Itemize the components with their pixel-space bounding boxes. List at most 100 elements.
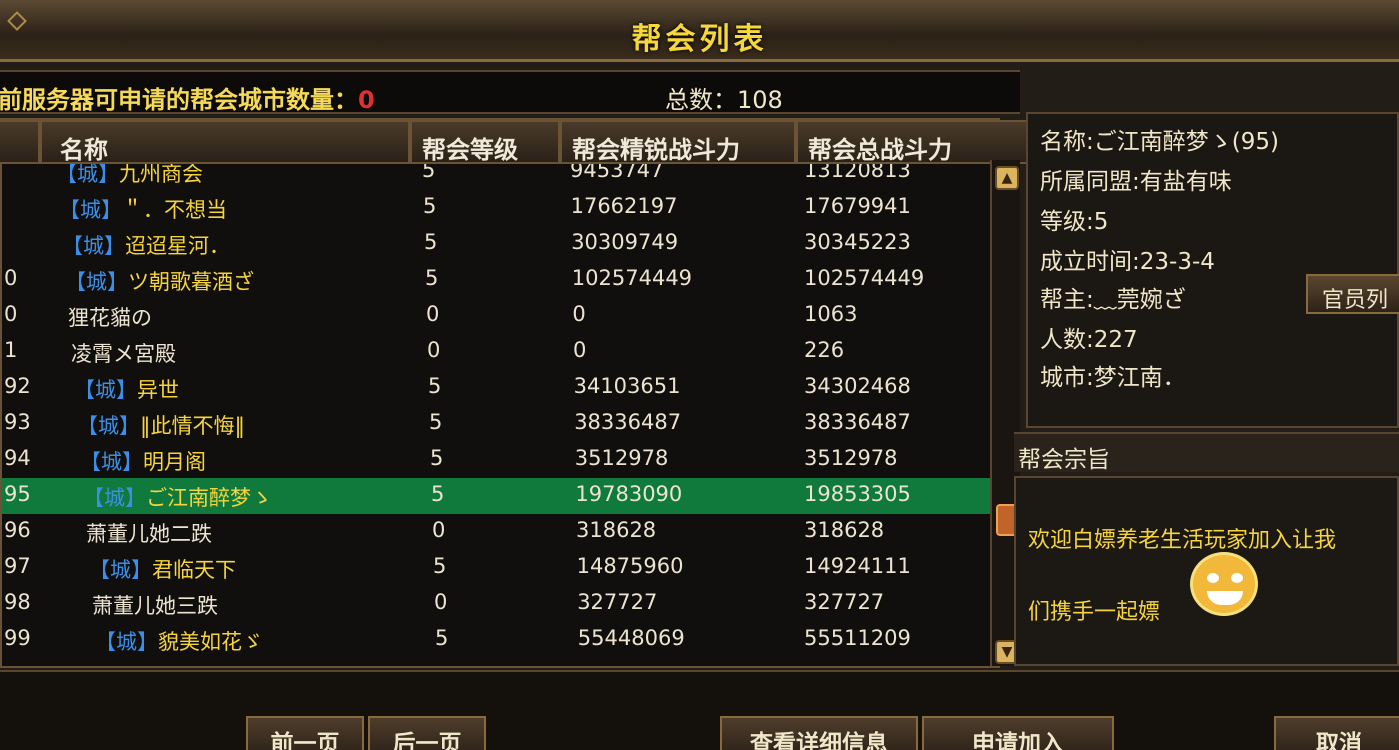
guild-name: 貌美如花ゞ xyxy=(158,630,263,654)
table-row[interactable]: 93 【城】‖此情不悔‖ 5 38336487 38336487 xyxy=(2,406,992,442)
total-power: 1063 xyxy=(804,302,858,326)
purpose-line-2: 们携手一起嫖 xyxy=(1028,600,1161,625)
total-power: 13120813 xyxy=(804,164,911,182)
detail-alliance: 所属同盟:有盐有味 xyxy=(1040,169,1232,195)
guild-level: 0 xyxy=(434,590,448,614)
column-header-total-power[interactable]: 帮会总战斗力 xyxy=(796,120,1032,164)
total-power: 226 xyxy=(804,338,845,362)
guild-name-cell: 【城】君临天下 xyxy=(89,554,459,584)
city-tag: 【城】 xyxy=(77,414,140,438)
total-power: 19853305 xyxy=(804,482,911,506)
total-power: 318628 xyxy=(804,518,885,542)
detail-members: 人数:227 xyxy=(1040,327,1138,353)
guild-level: 5 xyxy=(425,266,439,290)
elite-power: 30309749 xyxy=(571,230,679,254)
total-power: 38336487 xyxy=(804,410,911,434)
row-number: 97 xyxy=(4,554,31,578)
guild-level: 0 xyxy=(426,302,440,326)
guild-name-cell: 凌霄メ宮殿 xyxy=(71,338,441,368)
table-row[interactable]: 96 萧董儿她二跌 0 318628 318628 xyxy=(2,514,992,550)
table-row[interactable]: 【城】九州商会 5 9453747 13120813 xyxy=(2,164,992,190)
guild-name: 异世 xyxy=(137,378,179,402)
table-row[interactable]: 【城】迢迢星河． 5 30309749 30345223 xyxy=(2,226,992,262)
total-power: 17679941 xyxy=(804,194,911,218)
city-tag: 【城】 xyxy=(56,164,119,186)
guild-name-cell: 【城】貌美如花ゞ xyxy=(95,626,465,656)
detail-founded: 成立时间:23-3-4 xyxy=(1040,249,1215,275)
city-tag: 【城】 xyxy=(62,234,125,258)
table-row[interactable]: 92 【城】异世 5 34103651 34302468 xyxy=(2,370,992,406)
guild-level: 5 xyxy=(435,626,449,650)
city-tag: 【城】 xyxy=(74,378,137,402)
officers-list-button[interactable]: 官员列 xyxy=(1306,274,1399,314)
column-header-name[interactable]: 名称 xyxy=(40,120,410,164)
guild-level: 5 xyxy=(428,374,442,398)
city-tag: 【城】 xyxy=(95,630,158,654)
window-title: 帮会列表 xyxy=(631,22,768,57)
table-row[interactable]: 99 【城】貌美如花ゞ 5 55448069 55511209 xyxy=(2,622,992,658)
row-number: 96 xyxy=(4,518,31,542)
guild-purpose-box: 欢迎白嫖养老生活玩家加入让我 们携手一起嫖 xyxy=(1014,476,1399,666)
elite-power: 318628 xyxy=(576,518,657,542)
column-header-number[interactable] xyxy=(0,120,40,164)
city-tag: 【城】 xyxy=(89,558,152,582)
elite-power: 9453747 xyxy=(570,164,664,182)
guild-name-cell: 【城】九州商会 xyxy=(56,164,426,188)
guild-name-cell: 【城】迢迢星河． xyxy=(62,230,432,260)
total-count: 总数：108 xyxy=(665,86,783,114)
elite-power: 34103651 xyxy=(573,374,681,398)
guild-name-cell: 狸花貓の xyxy=(68,302,438,332)
guild-name: ＂．不想当 xyxy=(122,198,227,222)
detail-city: 城市:梦江南． xyxy=(1040,365,1186,391)
guild-table: 名称 帮会等级 帮会精锐战斗力 帮会总战斗力 【城】九州商会 5 9453747 13… xyxy=(0,118,1032,668)
guild-level: 5 xyxy=(429,410,443,434)
prev-page-button[interactable]: 前一页 xyxy=(246,716,364,750)
table-row[interactable]: 97 【城】君临天下 5 14875960 14924111 xyxy=(2,550,992,586)
table-row[interactable]: 0 狸花貓の 0 0 1063 xyxy=(2,298,992,334)
elite-power: 0 xyxy=(573,338,587,362)
row-number: 94 xyxy=(4,446,31,470)
total-power: 102574449 xyxy=(804,266,925,290)
row-number: 0 xyxy=(4,266,18,290)
purpose-header: 帮会宗旨 xyxy=(1014,432,1399,473)
total-power: 55511209 xyxy=(804,626,911,650)
table-row[interactable]: 98 萧董儿她三跌 0 327727 327727 xyxy=(2,586,992,622)
table-row[interactable]: 0 【城】ツ朝歌暮酒ざ 5 102574449 102574449 xyxy=(2,262,992,298)
guild-name-cell: 【城】ツ朝歌暮酒ざ xyxy=(65,266,435,296)
smiley-cat-emoji-icon xyxy=(1190,552,1258,616)
column-header-level[interactable]: 帮会等级 xyxy=(410,120,560,164)
scroll-up-button[interactable]: ▲ xyxy=(995,166,1019,190)
table-header: 名称 帮会等级 帮会精锐战斗力 帮会总战斗力 xyxy=(0,120,1032,164)
purpose-header-label: 帮会宗旨 xyxy=(1018,447,1110,473)
total-power: 3512978 xyxy=(804,446,898,470)
guild-detail-panel: 名称:ご江南醉梦ゝ(95) 所属同盟:有盐有味 等级:5 成立时间:23-3-4… xyxy=(1026,112,1399,428)
guild-level: 0 xyxy=(432,518,446,542)
city-tag: 【城】 xyxy=(59,198,122,222)
table-row[interactable]: 1 凌霄メ宮殿 0 0 226 xyxy=(2,334,992,370)
row-number: 99 xyxy=(4,626,31,650)
elite-power: 327727 xyxy=(577,590,658,614)
guild-level: 0 xyxy=(427,338,441,362)
guild-name-cell: 【城】‖此情不悔‖ xyxy=(77,410,447,440)
elite-power: 17662197 xyxy=(570,194,678,218)
guild-level: 5 xyxy=(430,446,444,470)
apply-join-button[interactable]: 申请加入 xyxy=(922,716,1114,750)
city-tag: 【城】 xyxy=(80,450,143,474)
row-number: 95 xyxy=(4,482,31,506)
guild-name-cell: 【城】ご江南醉梦ゝ xyxy=(83,482,453,512)
guild-level: 5 xyxy=(431,482,445,506)
guild-level: 5 xyxy=(424,230,438,254)
view-details-button[interactable]: 查看详细信息 xyxy=(720,716,918,750)
guild-name: 萧董儿她二跌 xyxy=(86,522,212,546)
elite-power: 3512978 xyxy=(574,446,669,470)
column-header-elite-power[interactable]: 帮会精锐战斗力 xyxy=(560,120,796,164)
table-row[interactable]: 【城】＂．不想当 5 17662197 17679941 xyxy=(2,190,992,226)
row-number: 98 xyxy=(4,590,31,614)
guild-name: 迢迢星河． xyxy=(125,234,230,258)
cancel-button[interactable]: 取消 xyxy=(1274,716,1399,750)
next-page-button[interactable]: 后一页 xyxy=(368,716,486,750)
table-row[interactable]: 95 【城】ご江南醉梦ゝ 5 19783090 19853305 xyxy=(2,478,992,514)
table-row[interactable]: 94 【城】明月阁 5 3512978 3512978 xyxy=(2,442,992,478)
guild-level: 5 xyxy=(433,554,447,578)
guild-name: 凌霄メ宮殿 xyxy=(71,342,176,366)
